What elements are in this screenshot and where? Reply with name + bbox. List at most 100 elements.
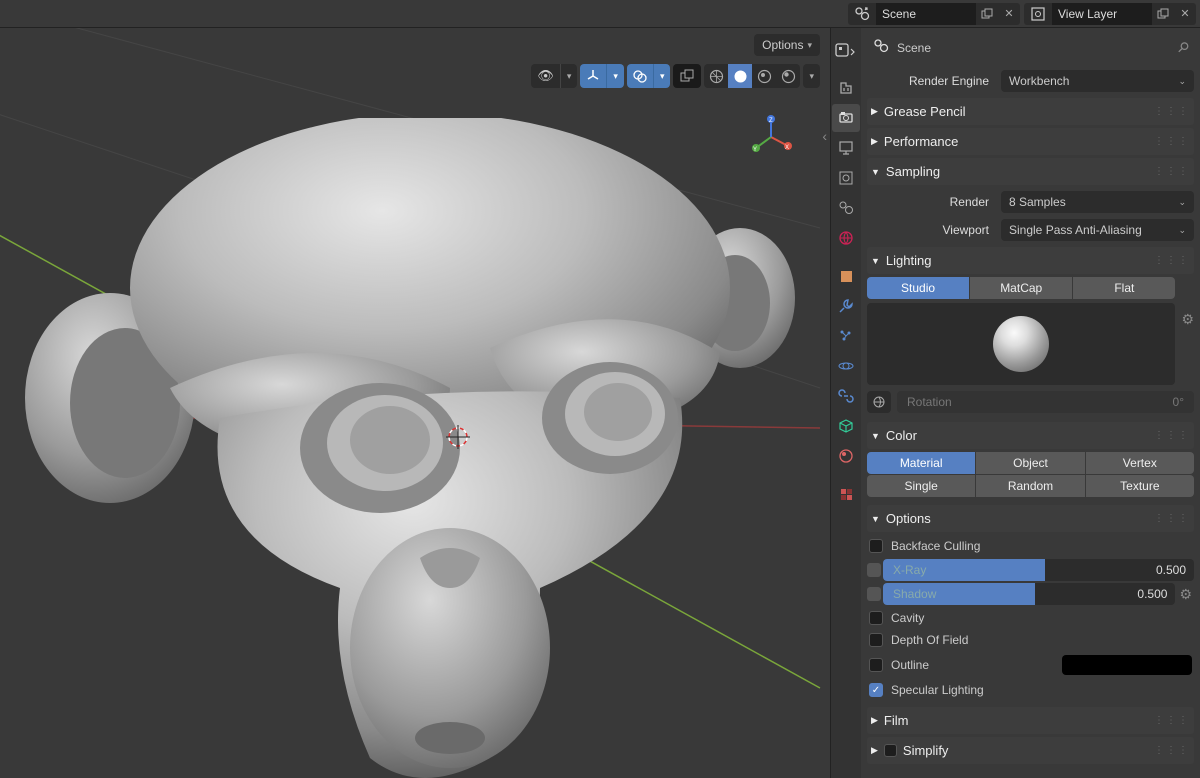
gizmo-icon — [580, 64, 606, 88]
disclosure-down-icon: ▼ — [871, 431, 880, 441]
tab-modifiers[interactable] — [832, 292, 860, 320]
lighting-flat-button[interactable]: Flat — [1073, 277, 1175, 299]
preview-sphere — [993, 316, 1049, 372]
delete-viewlayer-button[interactable]: ✕ — [1174, 3, 1196, 25]
tab-physics[interactable] — [832, 352, 860, 380]
specular-check[interactable]: ✓ Specular Lighting — [867, 679, 1194, 701]
backface-culling-check[interactable]: Backface Culling — [867, 535, 1194, 557]
drag-handle-icon[interactable]: ⋮⋮⋮ — [1154, 255, 1190, 266]
color-material-button[interactable]: Material — [867, 452, 975, 474]
xray-slider[interactable]: X-Ray 0.500 — [883, 559, 1194, 581]
section-performance[interactable]: ▶ Performance ⋮⋮⋮ — [867, 128, 1194, 155]
visibility-dropdown[interactable]: 👁▾ — [531, 64, 577, 88]
shading-dropdown[interactable]: ▾ — [803, 64, 820, 88]
render-samples-dropdown[interactable]: 8 Samples ⌄ — [1001, 191, 1194, 213]
tab-tool[interactable] — [832, 74, 860, 102]
matprev-shading[interactable] — [752, 64, 776, 88]
pin-icon[interactable]: ⚲ — [1173, 38, 1192, 57]
svg-text:Y: Y — [753, 147, 757, 153]
simplify-enable-check[interactable] — [884, 744, 897, 757]
top-bar: Scene ✕ View Layer ✕ — [0, 0, 1200, 28]
color-vertex-button[interactable]: Vertex — [1086, 452, 1194, 474]
overlays-dropdown[interactable]: ▾ — [627, 64, 671, 88]
chevron-down-icon: ⌄ — [1178, 225, 1186, 236]
outline-check[interactable]: Outline — [867, 651, 1194, 679]
disclosure-right-icon: ▶ — [871, 106, 878, 117]
color-texture-button[interactable]: Texture — [1086, 475, 1194, 497]
tab-constraints[interactable] — [832, 382, 860, 410]
collapse-sidebar-icon[interactable]: ‹ — [822, 128, 827, 144]
tab-world[interactable] — [832, 224, 860, 252]
tab-material[interactable] — [832, 442, 860, 470]
section-film[interactable]: ▶ Film ⋮⋮⋮ — [867, 707, 1194, 734]
section-lighting[interactable]: ▼ Lighting ⋮⋮⋮ — [867, 247, 1194, 274]
shadow-slider[interactable]: Shadow 0.500 — [883, 583, 1175, 605]
drag-handle-icon[interactable]: ⋮⋮⋮ — [1154, 513, 1190, 524]
viewlayer-name-input[interactable]: View Layer — [1052, 3, 1152, 25]
shadow-settings-button[interactable]: ⚙ — [1177, 586, 1194, 603]
3d-viewport[interactable]: Options ▾ 👁▾ ▾ ▾ ▾ — [0, 28, 830, 778]
drag-handle-icon[interactable]: ⋮⋮⋮ — [1154, 715, 1190, 726]
dof-check[interactable]: Depth Of Field — [867, 629, 1194, 651]
drag-handle-icon[interactable]: ⋮⋮⋮ — [1154, 430, 1190, 441]
viewlayer-browse-icon[interactable] — [1024, 3, 1052, 25]
studio-light-settings-button[interactable]: ⚙ — [1181, 277, 1194, 328]
chevron-down-icon: ▾ — [807, 40, 812, 51]
new-scene-button[interactable] — [976, 3, 998, 25]
color-random-button[interactable]: Random — [976, 475, 1084, 497]
viewport-aa-label: Viewport — [867, 223, 997, 237]
color-mode-row1: Material Object Vertex — [867, 452, 1194, 474]
color-object-button[interactable]: Object — [976, 452, 1084, 474]
checkbox-icon — [869, 539, 883, 553]
drag-handle-icon[interactable]: ⋮⋮⋮ — [1154, 136, 1190, 147]
tab-scene[interactable] — [832, 194, 860, 222]
drag-handle-icon[interactable]: ⋮⋮⋮ — [1154, 106, 1190, 117]
tab-object[interactable] — [832, 262, 860, 290]
solid-shading[interactable] — [728, 64, 752, 88]
section-sampling[interactable]: ▼ Sampling ⋮⋮⋮ — [867, 158, 1194, 185]
editor-type-icon[interactable] — [835, 43, 857, 61]
render-engine-dropdown[interactable]: Workbench ⌄ — [1001, 70, 1194, 92]
outline-color-swatch[interactable] — [1062, 655, 1192, 675]
new-viewlayer-button[interactable] — [1152, 3, 1174, 25]
viewlayer-selector[interactable]: View Layer ✕ — [1024, 3, 1196, 25]
tab-viewlayer[interactable] — [832, 164, 860, 192]
rendered-shading[interactable] — [776, 64, 800, 88]
lighting-studio-button[interactable]: Studio — [867, 277, 969, 299]
nav-gizmo[interactable]: X Y Z — [748, 114, 794, 160]
drag-handle-icon[interactable]: ⋮⋮⋮ — [1154, 745, 1190, 756]
xray-check[interactable] — [867, 563, 881, 577]
tab-data[interactable] — [832, 412, 860, 440]
gizmo-dropdown[interactable]: ▾ — [580, 64, 624, 88]
drag-handle-icon[interactable]: ⋮⋮⋮ — [1154, 166, 1190, 177]
section-simplify[interactable]: ▶ Simplify ⋮⋮⋮ — [867, 737, 1194, 764]
world-space-toggle[interactable] — [867, 391, 891, 413]
tab-render[interactable] — [832, 104, 860, 132]
viewport-options-dropdown[interactable]: Options ▾ — [754, 34, 820, 56]
render-engine-label: Render Engine — [867, 74, 997, 88]
tab-texture[interactable] — [832, 480, 860, 508]
section-color[interactable]: ▼ Color ⋮⋮⋮ — [867, 422, 1194, 449]
wireframe-shading[interactable] — [704, 64, 728, 88]
cavity-check[interactable]: Cavity — [867, 607, 1194, 629]
disclosure-right-icon: ▶ — [871, 715, 878, 726]
scene-name-input[interactable]: Scene — [876, 3, 976, 25]
viewport-aa-dropdown[interactable]: Single Pass Anti-Aliasing ⌄ — [1001, 219, 1194, 241]
color-single-button[interactable]: Single — [867, 475, 975, 497]
chevron-down-icon: ⌄ — [1178, 76, 1186, 87]
rotation-field[interactable]: Rotation 0° — [897, 391, 1194, 413]
section-grease-pencil[interactable]: ▶ Grease Pencil ⋮⋮⋮ — [867, 98, 1194, 125]
scene-browse-icon[interactable] — [848, 3, 876, 25]
shadow-check[interactable] — [867, 587, 881, 601]
xray-toggle[interactable] — [673, 64, 701, 88]
tab-particles[interactable] — [832, 322, 860, 350]
studio-light-preview[interactable] — [867, 303, 1175, 385]
scene-selector[interactable]: Scene ✕ — [848, 3, 1020, 25]
lighting-matcap-button[interactable]: MatCap — [970, 277, 1072, 299]
tab-output[interactable] — [832, 134, 860, 162]
checkbox-icon — [869, 633, 883, 647]
disclosure-down-icon: ▼ — [871, 514, 880, 524]
delete-scene-button[interactable]: ✕ — [998, 3, 1020, 25]
section-options[interactable]: ▼ Options ⋮⋮⋮ — [867, 505, 1194, 532]
suzanne-mesh[interactable] — [20, 118, 800, 778]
